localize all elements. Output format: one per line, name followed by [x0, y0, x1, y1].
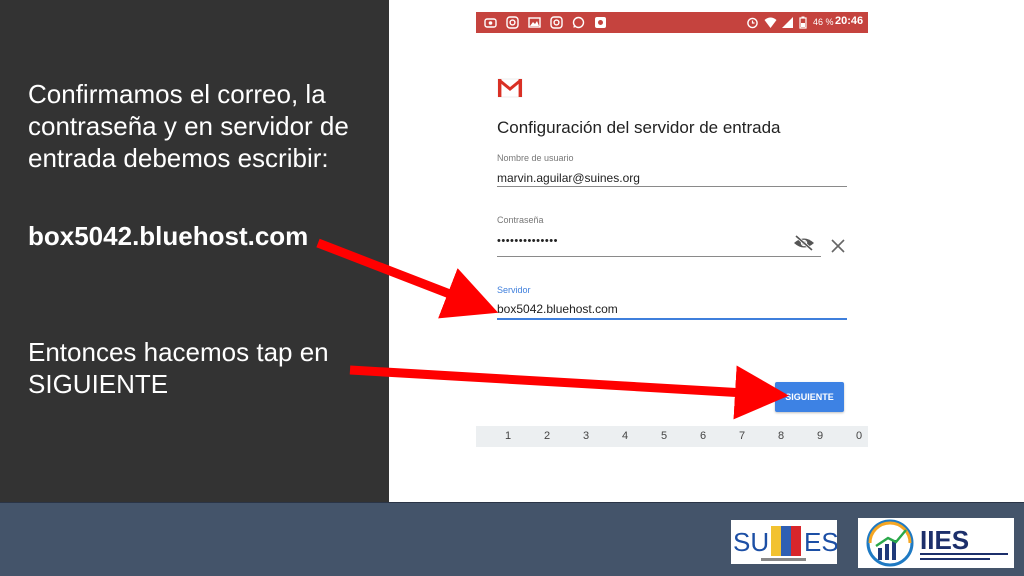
key-2[interactable]: 2: [537, 430, 557, 442]
instruction-tap-next-text: Entonces hacemos tap en SIGUIENTE: [28, 337, 329, 399]
instagram-icon: [550, 16, 563, 29]
username-label: Nombre de usuario: [497, 153, 574, 163]
iies-title-text: IIES: [920, 525, 969, 555]
status-time: 20:46: [835, 15, 864, 27]
server-field[interactable]: box5042.bluehost.com: [497, 302, 618, 316]
key-6[interactable]: 6: [693, 430, 713, 442]
app-icon: [594, 16, 607, 29]
username-field[interactable]: marvin.aguilar@suines.org: [497, 171, 640, 185]
visibility-off-icon[interactable]: [793, 234, 815, 252]
gallery-icon: [528, 16, 541, 29]
server-underline: [497, 318, 847, 320]
gmail-logo-icon: [497, 77, 523, 98]
iies-logo: IIES: [858, 518, 1014, 568]
weather-icon: [484, 16, 497, 29]
battery-icon: [796, 16, 809, 29]
key-5[interactable]: 5: [654, 430, 674, 442]
next-button[interactable]: SIGUIENTE: [775, 382, 844, 412]
password-field[interactable]: ••••••••••••••: [497, 235, 558, 247]
instruction-panel: Confirmamos el correo, la contraseña y e…: [0, 0, 389, 502]
password-label: Contraseña: [497, 215, 544, 225]
key-9[interactable]: 9: [810, 430, 830, 442]
username-underline: [497, 186, 847, 187]
close-icon[interactable]: [830, 238, 846, 254]
whatsapp-icon: [572, 16, 585, 29]
suines-es-text: ES: [804, 527, 837, 557]
key-8[interactable]: 8: [771, 430, 791, 442]
suines-su-text: SU: [733, 527, 769, 557]
key-3[interactable]: 3: [576, 430, 596, 442]
server-highlight-text: box5042.bluehost.com: [28, 221, 309, 251]
signal-icon: [781, 16, 794, 29]
page-title: Configuración del servidor de entrada: [497, 118, 781, 137]
key-0[interactable]: 0: [849, 430, 869, 442]
instagram-icon: [506, 16, 519, 29]
password-underline: [497, 256, 821, 257]
key-4[interactable]: 4: [615, 430, 635, 442]
phone-status-bar: 46 % 20:46: [476, 12, 868, 33]
slide: Confirmamos el correo, la contraseña y e…: [0, 0, 1024, 576]
key-1[interactable]: 1: [498, 430, 518, 442]
server-label: Servidor: [497, 285, 531, 295]
instruction-confirm-text: Confirmamos el correo, la contraseña y e…: [28, 79, 349, 173]
key-7[interactable]: 7: [732, 430, 752, 442]
suines-logo: SU ES: [731, 520, 839, 564]
alarm-icon: [746, 16, 759, 29]
keyboard-number-row: 1 2 3 4 5 6 7 8 9 0: [476, 426, 868, 447]
battery-percentage: 46 %: [813, 17, 834, 27]
wifi-icon: [764, 16, 777, 29]
